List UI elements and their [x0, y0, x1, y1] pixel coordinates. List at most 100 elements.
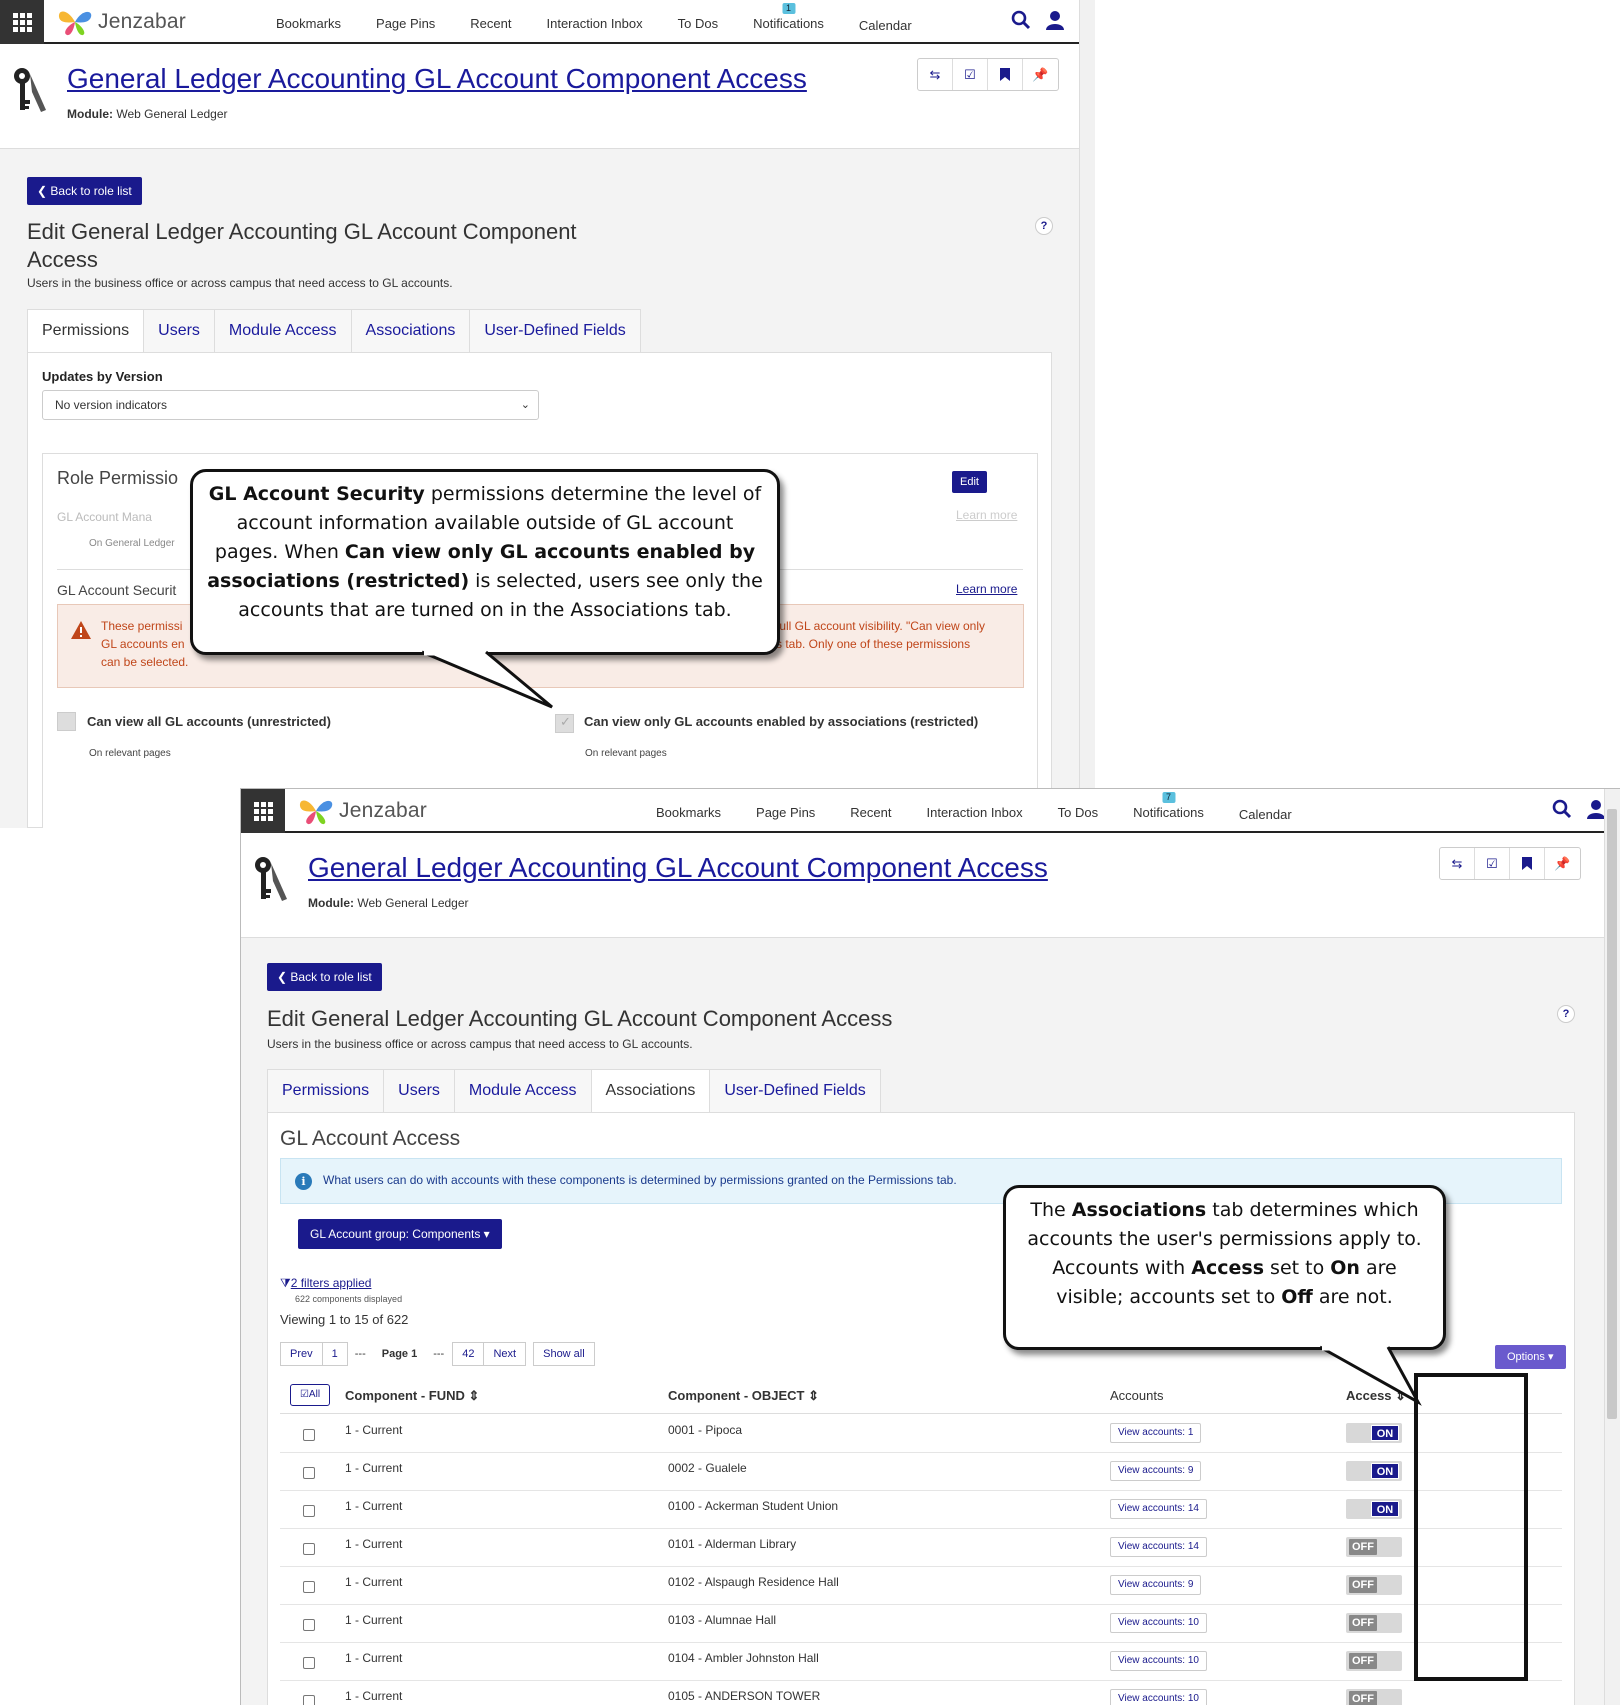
- nav-bookmarks-2[interactable]: Bookmarks: [656, 805, 721, 820]
- help-icon[interactable]: ?: [1035, 217, 1053, 235]
- access-toggle[interactable]: OFF: [1346, 1651, 1402, 1671]
- todo-button-2[interactable]: ☑: [1475, 848, 1510, 879]
- row-checkbox[interactable]: [303, 1581, 315, 1593]
- view-accounts-button[interactable]: View accounts: 14: [1110, 1499, 1207, 1519]
- page-title-2[interactable]: General Ledger Accounting GL Account Com…: [308, 852, 1048, 884]
- back-to-role-list-button[interactable]: ❮ Back to role list: [27, 177, 142, 205]
- filters-applied-link[interactable]: ⧩2 filters applied: [280, 1276, 371, 1291]
- edit-button[interactable]: Edit: [952, 471, 987, 493]
- access-toggle[interactable]: OFF: [1346, 1537, 1402, 1557]
- pager-show-all[interactable]: Show all: [533, 1342, 595, 1366]
- row-checkbox[interactable]: [303, 1657, 315, 1669]
- view-accounts-button[interactable]: View accounts: 9: [1110, 1575, 1202, 1595]
- nav-calendar-2[interactable]: Calendar: [1239, 807, 1292, 822]
- row-checkbox[interactable]: [303, 1695, 315, 1705]
- window2-scrollbar[interactable]: [1604, 789, 1620, 1705]
- access-toggle[interactable]: OFF: [1346, 1689, 1402, 1705]
- module-value: Web General Ledger: [116, 107, 228, 121]
- user-icon[interactable]: [1045, 10, 1065, 30]
- nav-recent[interactable]: Recent: [470, 16, 511, 31]
- callout2-bold-1: Associations: [1071, 1199, 1207, 1221]
- pin-button-2[interactable]: 📌: [1545, 848, 1580, 879]
- search-icon[interactable]: [1552, 799, 1572, 819]
- sort-icon: ⇕: [808, 1388, 820, 1403]
- select-all-button[interactable]: ☑All: [290, 1384, 330, 1406]
- app-grid-button-2[interactable]: [241, 789, 285, 833]
- page-title[interactable]: General Ledger Accounting GL Account Com…: [67, 63, 807, 95]
- nav-page-pins-2[interactable]: Page Pins: [756, 805, 815, 820]
- gl-account-group-dropdown[interactable]: GL Account group: Components ▾: [298, 1219, 502, 1249]
- tab-associations[interactable]: Associations: [350, 309, 470, 353]
- view-accounts-button[interactable]: View accounts: 10: [1110, 1613, 1207, 1633]
- bookmark-button-2[interactable]: [1510, 848, 1545, 879]
- tab-permissions-2[interactable]: Permissions: [267, 1069, 384, 1113]
- pager-last[interactable]: 42: [452, 1342, 485, 1366]
- tab-user-defined-fields[interactable]: User-Defined Fields: [469, 309, 641, 353]
- nav-calendar[interactable]: Calendar: [859, 18, 912, 33]
- nav-interaction-inbox-2[interactable]: Interaction Inbox: [927, 805, 1023, 820]
- tab-users-2[interactable]: Users: [383, 1069, 454, 1113]
- row-checkbox[interactable]: [303, 1467, 315, 1479]
- col-component-object[interactable]: Component - OBJECT ⇕: [668, 1388, 819, 1404]
- grid-icon: [253, 801, 273, 821]
- nav-bookmarks[interactable]: Bookmarks: [276, 16, 341, 31]
- nav-notifications-2[interactable]: 7 Notifications: [1133, 792, 1204, 820]
- row-checkbox[interactable]: [303, 1619, 315, 1631]
- tab-permissions[interactable]: Permissions: [27, 309, 144, 353]
- tab-user-defined-fields-2[interactable]: User-Defined Fields: [709, 1069, 881, 1113]
- view-accounts-button[interactable]: View accounts: 14: [1110, 1537, 1207, 1557]
- view-accounts-button[interactable]: View accounts: 10: [1110, 1651, 1207, 1671]
- pager-prev[interactable]: Prev: [280, 1342, 323, 1366]
- cell-fund: 1 - Current: [345, 1575, 403, 1589]
- access-toggle[interactable]: ON: [1346, 1499, 1402, 1519]
- user-icon[interactable]: [1586, 799, 1606, 819]
- jenzabar-logo-2[interactable]: Jenzabar: [297, 795, 427, 827]
- row-checkbox[interactable]: [303, 1505, 315, 1517]
- nav-notifications-label-2: Notifications: [1133, 805, 1204, 820]
- nav-recent-2[interactable]: Recent: [850, 805, 891, 820]
- nav-notifications[interactable]: 1 Notifications: [753, 3, 824, 31]
- jenzabar-logo[interactable]: Jenzabar: [56, 6, 186, 38]
- view-accounts-button[interactable]: View accounts: 1: [1110, 1423, 1202, 1443]
- nav-to-dos-2[interactable]: To Dos: [1058, 805, 1098, 820]
- todo-button[interactable]: ☑: [953, 59, 988, 90]
- unrestricted-checkbox[interactable]: [57, 712, 76, 731]
- pager-first[interactable]: 1: [321, 1342, 348, 1366]
- bookmark-button[interactable]: [988, 59, 1023, 90]
- main-nav-2: Bookmarks Page Pins Recent Interaction I…: [656, 792, 1327, 822]
- nav-to-dos[interactable]: To Dos: [678, 16, 718, 31]
- access-toggle[interactable]: OFF: [1346, 1613, 1402, 1633]
- view-accounts-button[interactable]: View accounts: 10: [1110, 1689, 1207, 1705]
- access-toggle[interactable]: ON: [1346, 1423, 1402, 1443]
- search-icon[interactable]: [1011, 10, 1031, 30]
- learn-more-link-1[interactable]: Learn more: [956, 508, 1017, 522]
- tab-associations-2[interactable]: Associations: [590, 1069, 710, 1113]
- switch-view-button[interactable]: ⇆: [918, 59, 953, 90]
- pager-next[interactable]: Next: [483, 1342, 527, 1366]
- help-icon-2[interactable]: ?: [1557, 1005, 1575, 1023]
- window1-scrollbar[interactable]: [1079, 0, 1095, 828]
- learn-more-link-2[interactable]: Learn more: [956, 582, 1017, 596]
- access-toggle[interactable]: ON: [1346, 1461, 1402, 1481]
- restricted-checkbox[interactable]: ✓: [555, 714, 574, 733]
- tab-users[interactable]: Users: [143, 309, 214, 353]
- row-checkbox[interactable]: [303, 1429, 315, 1441]
- warning-text-right: full GL account visibility. "Can view on…: [776, 617, 985, 653]
- module-value-2: Web General Ledger: [357, 896, 469, 910]
- switch-view-button-2[interactable]: ⇆: [1440, 848, 1475, 879]
- options-dropdown[interactable]: Options ▾: [1495, 1345, 1566, 1369]
- tab-module-access[interactable]: Module Access: [213, 309, 351, 353]
- app-grid-button[interactable]: [0, 0, 44, 44]
- scroll-thumb[interactable]: [1607, 809, 1617, 1419]
- back-to-role-list-button-2[interactable]: ❮ Back to role list: [267, 963, 382, 991]
- access-toggle[interactable]: OFF: [1346, 1575, 1402, 1595]
- nav-page-pins[interactable]: Page Pins: [376, 16, 435, 31]
- pin-button[interactable]: 📌: [1023, 59, 1058, 90]
- unrestricted-label: Can view all GL accounts (unrestricted): [87, 714, 331, 729]
- version-select[interactable]: No version indicators ⌄: [42, 390, 539, 420]
- row-checkbox[interactable]: [303, 1543, 315, 1555]
- nav-interaction-inbox[interactable]: Interaction Inbox: [547, 16, 643, 31]
- col-component-fund[interactable]: Component - FUND ⇕: [345, 1388, 479, 1404]
- tab-module-access-2[interactable]: Module Access: [453, 1069, 591, 1113]
- view-accounts-button[interactable]: View accounts: 9: [1110, 1461, 1202, 1481]
